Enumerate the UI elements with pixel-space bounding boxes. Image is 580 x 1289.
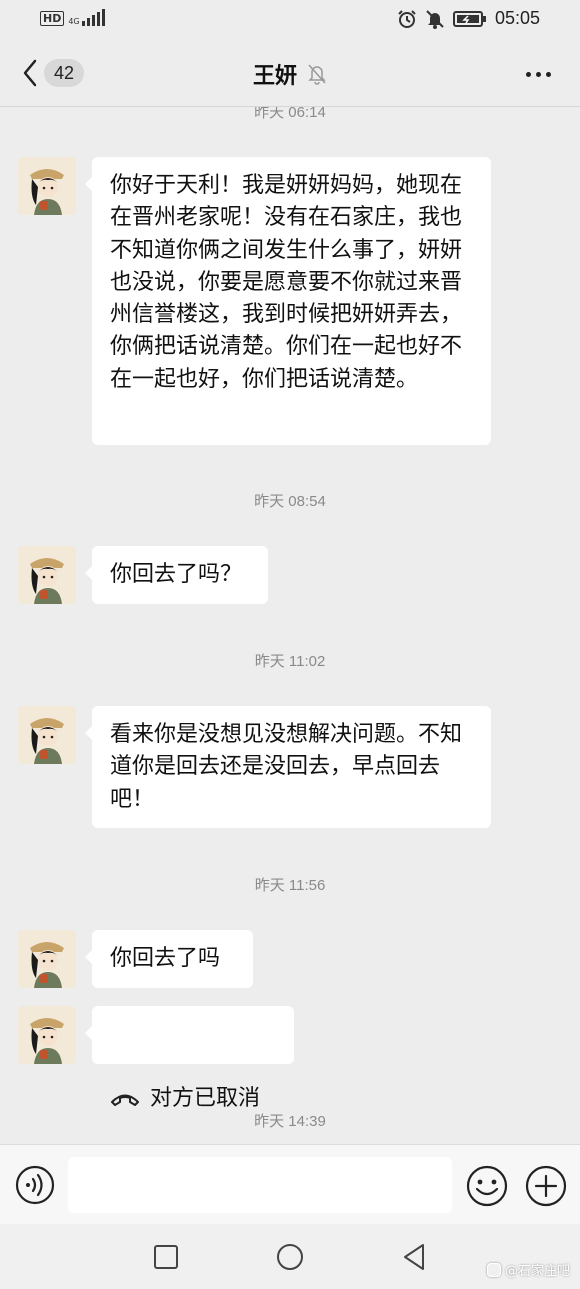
- battery-icon: [452, 10, 486, 27]
- signal-icon: 4G: [68, 9, 106, 26]
- chat-header: 42 王妍: [0, 40, 580, 106]
- unread-count-badge: 42: [44, 59, 84, 87]
- watermark: @石家庄吧: [486, 1260, 570, 1279]
- home-icon[interactable]: [273, 1240, 307, 1274]
- message-text-input[interactable]: [68, 1157, 452, 1213]
- more-dot-icon: [535, 71, 541, 77]
- status-time: 05:05: [494, 8, 540, 28]
- emoji-icon[interactable]: [466, 1165, 508, 1207]
- more-options-button[interactable]: [520, 60, 556, 88]
- avatar[interactable]: [18, 546, 76, 604]
- chevron-left-icon: [23, 59, 37, 87]
- status-right: 05:05: [397, 8, 540, 29]
- message-input-bar: [0, 1144, 580, 1225]
- avatar[interactable]: [18, 157, 76, 215]
- bell-off-icon: [308, 64, 326, 85]
- message-timestamp: 昨天 06:14: [254, 107, 326, 121]
- watermark-logo-icon: [486, 1262, 501, 1277]
- message-timestamp: 昨天 11:02: [254, 653, 326, 670]
- plus-icon[interactable]: [525, 1165, 567, 1207]
- message-timestamp: 昨天 08:54: [254, 493, 326, 510]
- system-navigation-bar: [0, 1224, 580, 1289]
- chat-title: 王妍: [252, 64, 297, 89]
- message-timestamp: 昨天 14:39: [254, 1113, 326, 1130]
- call-record-bubble[interactable]: 对方已取消: [85, 1006, 294, 1111]
- message-timestamp: 昨天 11:56: [254, 877, 326, 894]
- chat-message-list[interactable]: 昨天 06:14 你好于天利！我是妍妍妈妈，她现在在晋州老家呢！没有在石家庄，我…: [0, 107, 580, 1144]
- message-bubble[interactable]: 你回去了吗？: [85, 546, 268, 604]
- message-bubble[interactable]: 你好于天利！我是妍妍妈妈，她现在在晋州老家呢！没有在石家庄，我也不知道你俩之间发…: [85, 157, 491, 445]
- status-left: HD 4G: [40, 9, 106, 26]
- avatar[interactable]: [18, 930, 76, 988]
- avatar[interactable]: [18, 706, 76, 764]
- back-button[interactable]: 42: [20, 55, 90, 91]
- hd-badge: HD: [40, 10, 65, 26]
- message-bubble[interactable]: 看来你是没想见没想解决问题。不知道你是回去还是没回去，早点回去吧！: [85, 706, 491, 828]
- voice-icon[interactable]: [15, 1165, 55, 1205]
- status-bar: HD 4G 05:05: [0, 0, 580, 40]
- message-bubble[interactable]: 你回去了吗: [85, 930, 253, 988]
- notification-off-icon: [426, 9, 444, 29]
- alarm-icon: [398, 9, 416, 28]
- phone-hangup-icon: [111, 1094, 139, 1106]
- network-type-label: 4G: [68, 17, 80, 26]
- recent-apps-icon[interactable]: [149, 1240, 183, 1274]
- avatar[interactable]: [18, 1006, 76, 1064]
- back-triangle-icon[interactable]: [397, 1240, 431, 1274]
- more-dot-icon: [545, 71, 551, 77]
- watermark-text: @石家庄吧: [504, 1264, 570, 1279]
- more-dot-icon: [525, 71, 531, 77]
